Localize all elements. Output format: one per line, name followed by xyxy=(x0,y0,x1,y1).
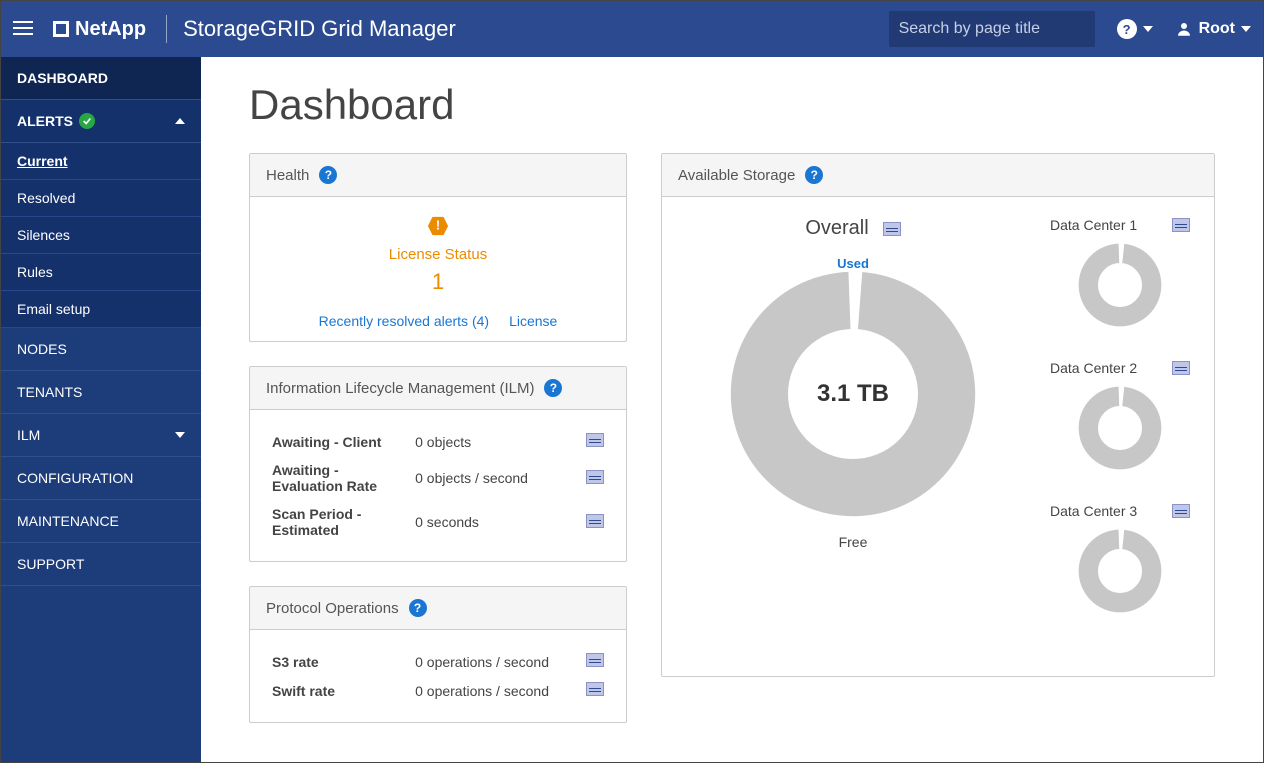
ilm-row: Awaiting - Client 0 objects xyxy=(268,428,608,455)
ilm-row-label: Awaiting - Evaluation Rate xyxy=(268,457,409,499)
ilm-row: Awaiting - Evaluation Rate 0 objects / s… xyxy=(268,457,608,499)
protocol-row-value: 0 operations / second xyxy=(411,677,576,704)
search-input[interactable] xyxy=(899,20,1106,38)
chart-icon[interactable] xyxy=(586,514,604,528)
topbar: NetApp StorageGRID Grid Manager ? Root xyxy=(1,1,1263,57)
chart-icon[interactable] xyxy=(586,682,604,696)
info-icon[interactable]: ? xyxy=(805,166,823,184)
datacenter-item: Data Center 2 xyxy=(1050,360,1190,477)
sidebar-subitem-email[interactable]: Email setup xyxy=(1,291,201,328)
storage-card: Available Storage ? Overall Used xyxy=(661,153,1215,677)
datacenter-name: Data Center 3 xyxy=(1050,503,1137,519)
brand-name: NetApp xyxy=(75,18,146,41)
user-menu[interactable]: Root xyxy=(1175,20,1251,38)
brand-logo[interactable]: NetApp xyxy=(53,18,146,41)
protocol-row-label: S3 rate xyxy=(268,648,409,675)
chevron-down-icon xyxy=(1143,26,1153,32)
netapp-logo-icon xyxy=(53,21,69,37)
user-icon xyxy=(1175,20,1193,38)
recent-alerts-link[interactable]: Recently resolved alerts (4) xyxy=(319,313,489,329)
sidebar-item-ilm[interactable]: ILM xyxy=(1,414,201,457)
license-status-count: 1 xyxy=(266,269,610,295)
health-card-header: Health ? xyxy=(250,154,626,197)
protocol-card-header: Protocol Operations ? xyxy=(250,587,626,630)
chevron-up-icon xyxy=(175,118,185,124)
sidebar-item-nodes[interactable]: NODES xyxy=(1,328,201,371)
info-icon[interactable]: ? xyxy=(409,599,427,617)
sidebar-label: ALERTS xyxy=(17,113,73,129)
datacenter-list: Data Center 1 xyxy=(1050,217,1190,646)
protocol-row: Swift rate 0 operations / second xyxy=(268,677,608,704)
sidebar-item-dashboard[interactable]: DASHBOARD xyxy=(1,57,201,100)
main-content: Dashboard Health ? ! License Status 1 xyxy=(201,57,1263,762)
ilm-card: Information Lifecycle Management (ILM) ?… xyxy=(249,366,627,562)
warning-icon: ! xyxy=(427,215,449,237)
ilm-row-value: 0 objects xyxy=(411,428,571,455)
datacenter-donut-chart xyxy=(1076,384,1164,472)
datacenter-donut-chart xyxy=(1076,527,1164,615)
overall-storage: Overall Used 3.1 TB xyxy=(686,217,1020,646)
chart-icon[interactable] xyxy=(586,653,604,667)
hamburger-menu[interactable] xyxy=(13,17,37,41)
user-label: Root xyxy=(1199,20,1235,38)
ilm-row-value: 0 objects / second xyxy=(411,457,571,499)
chart-icon[interactable] xyxy=(1172,504,1190,518)
chart-icon[interactable] xyxy=(586,470,604,484)
ilm-row: Scan Period - Estimated 0 seconds xyxy=(268,501,608,543)
sidebar: DASHBOARD ALERTS Current Resolved Silenc… xyxy=(1,57,201,762)
datacenter-item: Data Center 1 xyxy=(1050,217,1190,334)
sidebar-item-tenants[interactable]: TENANTS xyxy=(1,371,201,414)
free-label: Free xyxy=(686,534,1020,550)
ilm-card-header: Information Lifecycle Management (ILM) ? xyxy=(250,367,626,410)
ilm-row-value: 0 seconds xyxy=(411,501,571,543)
datacenter-donut-chart xyxy=(1076,241,1164,329)
protocol-card: Protocol Operations ? S3 rate 0 operatio… xyxy=(249,586,627,723)
ilm-row-label: Scan Period - Estimated xyxy=(268,501,409,543)
sidebar-item-maintenance[interactable]: MAINTENANCE xyxy=(1,500,201,543)
datacenter-name: Data Center 2 xyxy=(1050,360,1137,376)
svg-text:!: ! xyxy=(436,218,440,233)
sidebar-subitem-resolved[interactable]: Resolved xyxy=(1,180,201,217)
overall-total: 3.1 TB xyxy=(817,380,889,408)
chevron-down-icon xyxy=(1241,26,1251,32)
chevron-down-icon xyxy=(175,432,185,438)
info-icon[interactable]: ? xyxy=(544,379,562,397)
protocol-row-label: Swift rate xyxy=(268,677,409,704)
datacenter-item: Data Center 3 xyxy=(1050,503,1190,620)
chart-icon[interactable] xyxy=(1172,361,1190,375)
datacenter-name: Data Center 1 xyxy=(1050,217,1137,233)
chart-icon[interactable] xyxy=(1172,218,1190,232)
sidebar-subitem-silences[interactable]: Silences xyxy=(1,217,201,254)
protocol-row: S3 rate 0 operations / second xyxy=(268,648,608,675)
sidebar-item-alerts[interactable]: ALERTS xyxy=(1,100,201,143)
license-link[interactable]: License xyxy=(509,313,557,329)
protocol-row-value: 0 operations / second xyxy=(411,648,576,675)
sidebar-subitem-current[interactable]: Current xyxy=(1,143,201,180)
license-status-label: License Status xyxy=(266,246,610,263)
alerts-ok-icon xyxy=(79,113,95,129)
health-card: Health ? ! License Status 1 Recently res… xyxy=(249,153,627,342)
search-box[interactable] xyxy=(889,11,1095,47)
page-title: Dashboard xyxy=(249,81,1215,129)
sidebar-item-support[interactable]: SUPPORT xyxy=(1,543,201,586)
chart-icon[interactable] xyxy=(883,222,901,236)
sidebar-label: DASHBOARD xyxy=(17,70,108,86)
sidebar-subitem-rules[interactable]: Rules xyxy=(1,254,201,291)
ilm-row-label: Awaiting - Client xyxy=(268,428,409,455)
used-label: Used xyxy=(837,256,869,271)
sidebar-item-configuration[interactable]: CONFIGURATION xyxy=(1,457,201,500)
chart-icon[interactable] xyxy=(586,433,604,447)
info-icon[interactable]: ? xyxy=(319,166,337,184)
help-menu[interactable]: ? xyxy=(1117,19,1153,39)
help-icon: ? xyxy=(1117,19,1137,39)
alerts-submenu: Current Resolved Silences Rules Email se… xyxy=(1,143,201,328)
storage-card-header: Available Storage ? xyxy=(662,154,1214,197)
app-title: StorageGRID Grid Manager xyxy=(183,16,456,42)
topbar-divider xyxy=(166,15,167,43)
overall-label: Overall xyxy=(805,217,868,240)
